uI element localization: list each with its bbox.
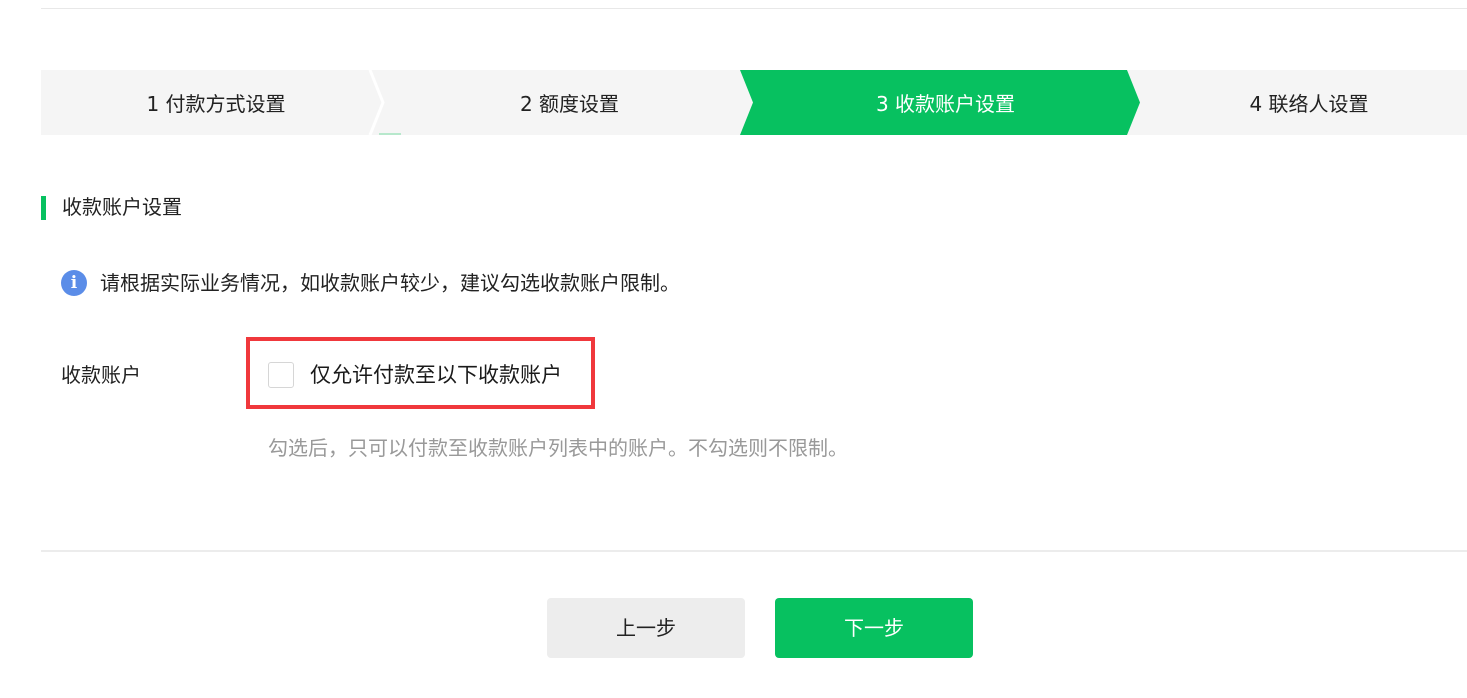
info-tip-text: 请根据实际业务情况，如收款账户较少，建议勾选收款账户限制。 (100, 271, 680, 295)
checkbox-hint-text: 勾选后，只可以付款至收款账户列表中的账户。不勾选则不限制。 (268, 436, 848, 460)
step-2: 2 额度设置 (391, 70, 748, 135)
bottom-divider (41, 550, 1467, 552)
step-4-number: 4 (1249, 92, 1263, 116)
page: 1 付款方式设置 2 额度设置 3 收款账户设置 4 联络人设置 收款账户设置 … (0, 0, 1467, 698)
step-4-label: 联络人设置 (1268, 92, 1369, 116)
next-step-button[interactable]: 下一步 (775, 598, 973, 658)
info-icon: i (61, 270, 87, 296)
steps-bar: 1 付款方式设置 2 额度设置 3 收款账户设置 4 联络人设置 (41, 70, 1467, 135)
step-1-number: 1 (146, 92, 160, 116)
section-title: 收款账户设置 (62, 195, 182, 219)
top-divider (41, 8, 1467, 9)
step-2-label: 额度设置 (539, 92, 620, 116)
step-3-number: 3 (875, 92, 889, 116)
step-3-label: 收款账户设置 (895, 92, 1016, 116)
step-4: 4 联络人设置 (1140, 70, 1467, 135)
step-1-label: 付款方式设置 (165, 92, 286, 116)
step-1: 1 付款方式设置 (41, 70, 391, 135)
section-accent-bar (41, 196, 46, 220)
prev-step-button[interactable]: 上一步 (547, 598, 745, 658)
restrict-accounts-checkbox-label[interactable]: 仅允许付款至以下收款账户 (310, 360, 562, 390)
step-3: 3 收款账户设置 (753, 70, 1138, 135)
restrict-accounts-checkbox[interactable] (268, 362, 294, 388)
step-2-number: 2 (519, 92, 533, 116)
field-label-receiving-account: 收款账户 (61, 363, 141, 387)
